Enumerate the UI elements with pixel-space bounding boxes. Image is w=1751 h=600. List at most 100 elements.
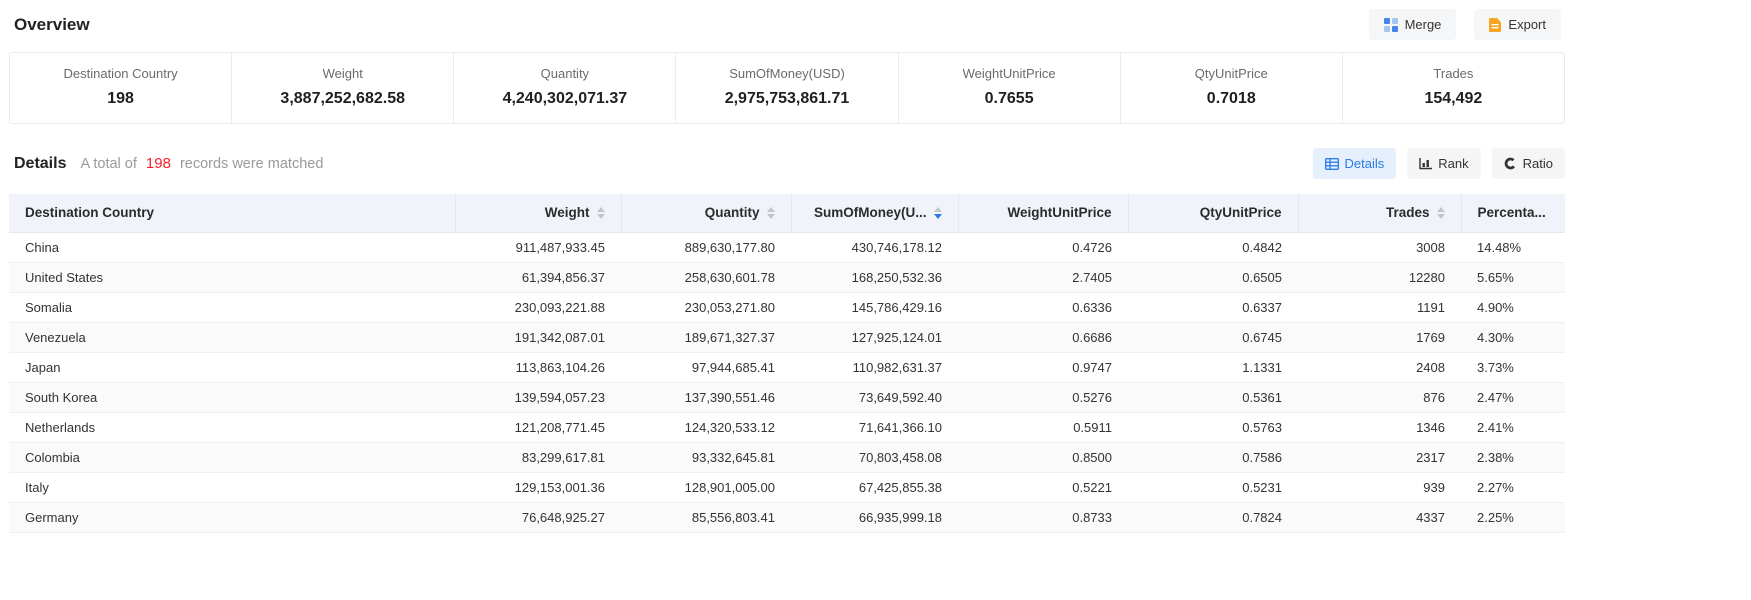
table-row[interactable]: Venezuela191,342,087.01189,671,327.37127… xyxy=(9,322,1565,352)
view-button-label: Rank xyxy=(1438,156,1468,171)
cell-weightunitprice: 0.6336 xyxy=(958,292,1128,322)
column-header-weight[interactable]: Weight xyxy=(455,194,621,232)
cell-trades: 4337 xyxy=(1298,502,1461,532)
cell-qtyunitprice: 0.4842 xyxy=(1128,232,1298,262)
top-bar: Overview Merge xyxy=(9,0,1565,52)
stat-destination-country: Destination Country198 xyxy=(10,53,232,123)
sort-carets-icon[interactable] xyxy=(1437,207,1445,219)
cell-weight: 121,208,771.45 xyxy=(455,412,621,442)
cell-percenta: 2.41% xyxy=(1461,412,1565,442)
export-button-label: Export xyxy=(1508,17,1546,32)
merge-icon xyxy=(1384,18,1398,32)
cell-trades: 876 xyxy=(1298,382,1461,412)
view-button-label: Details xyxy=(1345,156,1385,171)
cell-sumofmoney-u: 73,649,592.40 xyxy=(791,382,958,412)
cell-percenta: 4.30% xyxy=(1461,322,1565,352)
cell-quantity: 137,390,551.46 xyxy=(621,382,791,412)
cell-percenta: 2.47% xyxy=(1461,382,1565,412)
cell-quantity: 85,556,803.41 xyxy=(621,502,791,532)
view-button-label: Ratio xyxy=(1523,156,1553,171)
cell-destination-country: Italy xyxy=(9,472,455,502)
cell-destination-country: United States xyxy=(9,262,455,292)
cell-qtyunitprice: 0.5763 xyxy=(1128,412,1298,442)
table-row[interactable]: Germany76,648,925.2785,556,803.4166,935,… xyxy=(9,502,1565,532)
sort-carets-icon[interactable] xyxy=(767,207,775,219)
export-button[interactable]: Export xyxy=(1474,9,1561,40)
cell-percenta: 14.48% xyxy=(1461,232,1565,262)
cell-weightunitprice: 0.5221 xyxy=(958,472,1128,502)
sort-carets-icon[interactable] xyxy=(597,207,605,219)
export-file-icon xyxy=(1489,18,1501,32)
column-header-label: Percenta... xyxy=(1478,205,1546,220)
stat-label: WeightUnitPrice xyxy=(899,66,1120,81)
table-row[interactable]: Netherlands121,208,771.45124,320,533.127… xyxy=(9,412,1565,442)
table-row[interactable]: China911,487,933.45889,630,177.80430,746… xyxy=(9,232,1565,262)
column-header-destination-country: Destination Country xyxy=(9,194,455,232)
column-header-label: Weight xyxy=(545,205,590,220)
cell-destination-country: Venezuela xyxy=(9,322,455,352)
top-actions: Merge Export xyxy=(1351,9,1561,40)
cell-qtyunitprice: 0.6505 xyxy=(1128,262,1298,292)
cell-weight: 61,394,856.37 xyxy=(455,262,621,292)
cell-trades: 3008 xyxy=(1298,232,1461,262)
column-header-qtyunitprice: QtyUnitPrice xyxy=(1128,194,1298,232)
cell-weightunitprice: 0.5911 xyxy=(958,412,1128,442)
page-title: Overview xyxy=(14,15,90,35)
details-title: Details xyxy=(14,155,66,173)
cell-destination-country: China xyxy=(9,232,455,262)
ratio-pie-icon xyxy=(1504,157,1517,170)
stat-label: QtyUnitPrice xyxy=(1121,66,1342,81)
stat-value: 4,240,302,071.37 xyxy=(454,90,675,108)
cell-weight: 139,594,057.23 xyxy=(455,382,621,412)
cell-sumofmoney-u: 127,925,124.01 xyxy=(791,322,958,352)
cell-weightunitprice: 0.8500 xyxy=(958,442,1128,472)
cell-sumofmoney-u: 430,746,178.12 xyxy=(791,232,958,262)
stat-qtyunitprice: QtyUnitPrice0.7018 xyxy=(1121,53,1343,123)
view-details-button[interactable]: Details xyxy=(1313,148,1397,179)
table-row[interactable]: South Korea139,594,057.23137,390,551.467… xyxy=(9,382,1565,412)
cell-quantity: 230,053,271.80 xyxy=(621,292,791,322)
cell-qtyunitprice: 0.5361 xyxy=(1128,382,1298,412)
cell-weight: 230,093,221.88 xyxy=(455,292,621,322)
stat-weightunitprice: WeightUnitPrice0.7655 xyxy=(899,53,1121,123)
column-header-sumofmoney-u[interactable]: SumOfMoney(U... xyxy=(791,194,958,232)
stat-weight: Weight3,887,252,682.58 xyxy=(232,53,454,123)
cell-weightunitprice: 0.4726 xyxy=(958,232,1128,262)
cell-quantity: 97,944,685.41 xyxy=(621,352,791,382)
cell-quantity: 889,630,177.80 xyxy=(621,232,791,262)
cell-weight: 83,299,617.81 xyxy=(455,442,621,472)
cell-quantity: 124,320,533.12 xyxy=(621,412,791,442)
table-row[interactable]: Colombia83,299,617.8193,332,645.8170,803… xyxy=(9,442,1565,472)
cell-sumofmoney-u: 168,250,532.36 xyxy=(791,262,958,292)
table-row[interactable]: Somalia230,093,221.88230,053,271.80145,7… xyxy=(9,292,1565,322)
cell-weight: 76,648,925.27 xyxy=(455,502,621,532)
cell-quantity: 189,671,327.37 xyxy=(621,322,791,352)
column-header-label: Trades xyxy=(1386,205,1430,220)
cell-trades: 1769 xyxy=(1298,322,1461,352)
column-header-label: QtyUnitPrice xyxy=(1200,205,1282,220)
view-rank-button[interactable]: Rank xyxy=(1407,148,1480,179)
cell-sumofmoney-u: 145,786,429.16 xyxy=(791,292,958,322)
cell-trades: 1346 xyxy=(1298,412,1461,442)
sort-carets-icon[interactable] xyxy=(934,207,942,219)
cell-destination-country: Japan xyxy=(9,352,455,382)
merge-button[interactable]: Merge xyxy=(1369,9,1457,40)
table-row[interactable]: Japan113,863,104.2697,944,685.41110,982,… xyxy=(9,352,1565,382)
details-table: Destination Country Weight QuantitySumOfMo… xyxy=(9,194,1565,533)
cell-weight: 113,863,104.26 xyxy=(455,352,621,382)
column-header-trades[interactable]: Trades xyxy=(1298,194,1461,232)
cell-trades: 2408 xyxy=(1298,352,1461,382)
cell-trades: 1191 xyxy=(1298,292,1461,322)
column-header-quantity[interactable]: Quantity xyxy=(621,194,791,232)
view-ratio-button[interactable]: Ratio xyxy=(1492,148,1565,179)
matched-count: 198 xyxy=(146,155,171,172)
table-row[interactable]: United States61,394,856.37258,630,601.78… xyxy=(9,262,1565,292)
cell-destination-country: Netherlands xyxy=(9,412,455,442)
view-switch: Details Rank Ratio xyxy=(1313,148,1565,179)
cell-weightunitprice: 2.7405 xyxy=(958,262,1128,292)
cell-qtyunitprice: 0.7586 xyxy=(1128,442,1298,472)
table-row[interactable]: Italy129,153,001.36128,901,005.0067,425,… xyxy=(9,472,1565,502)
column-header-label: WeightUnitPrice xyxy=(1007,205,1111,220)
cell-weightunitprice: 0.9747 xyxy=(958,352,1128,382)
cell-quantity: 93,332,645.81 xyxy=(621,442,791,472)
